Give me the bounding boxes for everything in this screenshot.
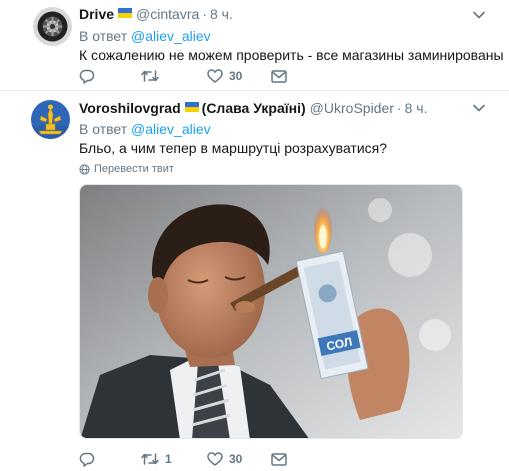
reply-mention-link[interactable]: @aliev_aliev — [131, 121, 211, 137]
tweet-text: К сожалению не можем проверить - все маг… — [79, 47, 504, 63]
ukraine-flag-icon — [184, 102, 199, 112]
like-button[interactable]: 30 — [207, 69, 242, 83]
like-count: 30 — [229, 452, 243, 466]
like-icon — [207, 69, 223, 83]
retweet-button[interactable]: 1 — [141, 452, 172, 466]
chevron-down-icon[interactable] — [473, 11, 485, 19]
direct-message-icon — [271, 69, 287, 83]
display-name-suffix[interactable]: (Слава Україні) — [202, 100, 306, 116]
like-button[interactable]: 30 — [207, 452, 242, 466]
chevron-down-icon[interactable] — [473, 104, 485, 112]
ukraine-flag-icon — [118, 8, 133, 18]
reply-mention-link[interactable]: @aliev_aliev — [131, 28, 211, 44]
avatar[interactable] — [33, 7, 72, 46]
separator: · — [202, 6, 207, 22]
retweet-button[interactable] — [141, 69, 165, 83]
translate-tweet-link[interactable]: Перевести твит — [79, 163, 174, 175]
timestamp[interactable]: 8 ч. — [405, 100, 428, 116]
display-name[interactable]: Drive — [79, 6, 114, 22]
globe-icon — [79, 163, 90, 175]
avatar[interactable] — [31, 100, 70, 139]
tweet[interactable]: Voroshilovgrad (Слава Україні) @UkroSpid… — [0, 91, 509, 471]
separator: · — [396, 100, 402, 116]
tweet-header: Voroshilovgrad (Слава Україні) @UkroSpid… — [79, 100, 427, 116]
retweet-icon — [141, 453, 159, 465]
reply-icon — [79, 69, 95, 84]
reply-button[interactable] — [79, 452, 95, 467]
retweet-icon — [141, 70, 159, 82]
timestamp[interactable]: 8 ч. — [210, 6, 233, 22]
reply-prefix: В ответ — [79, 28, 128, 44]
username[interactable]: @UkroSpider — [310, 100, 394, 116]
reply-context: В ответ @aliev_aliev — [79, 121, 211, 137]
tweet-header: Drive @cintavra · 8 ч. — [79, 6, 233, 22]
tweet-media-photo[interactable]: СОЛ — [79, 184, 463, 439]
tweet-text: Бльо, а чим тепер в маршрутці розрахуват… — [79, 140, 388, 156]
reply-button[interactable] — [79, 69, 95, 84]
retweet-count: 1 — [165, 452, 172, 466]
reply-prefix: В ответ — [79, 121, 128, 137]
photo-man-lighting-cigar: СОЛ — [80, 185, 462, 438]
display-name[interactable]: Voroshilovgrad — [79, 100, 181, 116]
reply-icon — [79, 452, 95, 467]
direct-message-icon — [271, 452, 287, 466]
like-count: 30 — [229, 69, 243, 83]
direct-message-button[interactable] — [271, 452, 287, 466]
translate-label: Перевести твит — [94, 163, 174, 175]
like-icon — [207, 452, 223, 466]
tweet[interactable]: Drive @cintavra · 8 ч. В ответ @aliev_al… — [0, 0, 509, 91]
direct-message-button[interactable] — [271, 69, 287, 83]
reply-context: В ответ @aliev_aliev — [79, 28, 211, 44]
username[interactable]: @cintavra — [136, 6, 199, 22]
